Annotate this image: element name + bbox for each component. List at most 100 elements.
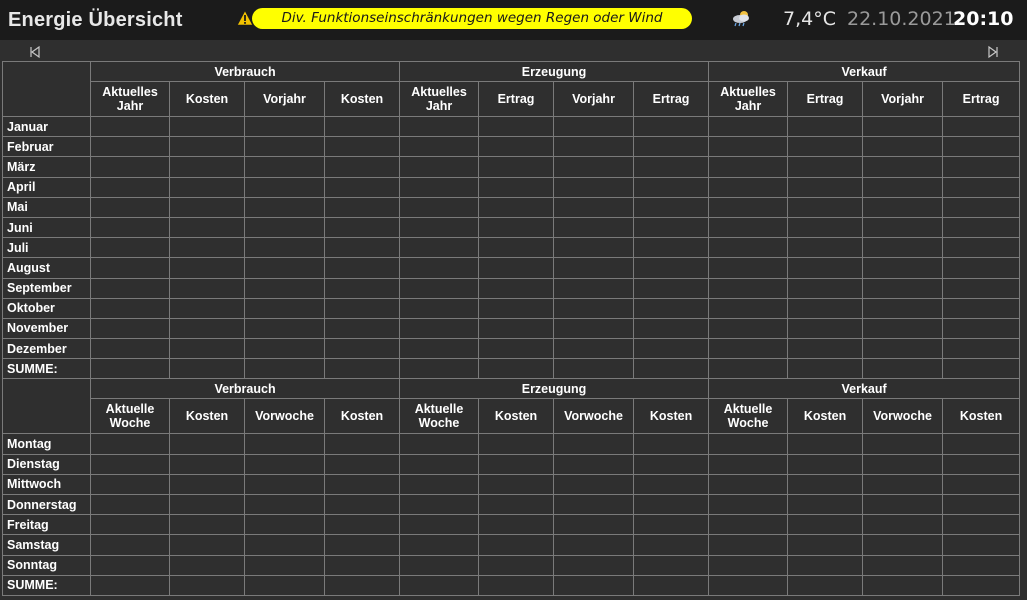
value-cell xyxy=(862,257,944,279)
value-cell xyxy=(244,176,325,198)
value-cell xyxy=(862,237,944,259)
value-cell xyxy=(478,453,555,475)
value-cell xyxy=(399,297,480,319)
value-cell xyxy=(90,277,170,299)
value-cell xyxy=(323,514,401,536)
row-label: Mittwoch xyxy=(2,473,91,496)
value-cell xyxy=(942,433,1021,455)
value-cell xyxy=(942,493,1021,516)
value-cell xyxy=(633,297,710,319)
value-cell xyxy=(90,473,170,496)
value-cell xyxy=(478,115,555,138)
weekly-corner-cell xyxy=(2,378,91,435)
value-cell xyxy=(553,156,635,178)
table-row: Samstag xyxy=(2,534,1021,556)
value-cell xyxy=(633,216,710,239)
value-cell xyxy=(787,216,864,239)
value-cell xyxy=(787,453,864,475)
value-cell xyxy=(633,473,710,496)
value-cell xyxy=(708,156,789,178)
weekly-column-header: Aktuelle Woche xyxy=(399,398,480,435)
row-label: April xyxy=(2,176,91,198)
value-cell xyxy=(478,433,555,455)
warning-banner[interactable]: Div. Funktionseinschränkungen wegen Rege… xyxy=(252,8,692,29)
value-cell xyxy=(708,257,789,279)
value-cell xyxy=(323,493,401,516)
weekly-column-header: Kosten xyxy=(323,398,401,435)
value-cell xyxy=(553,115,635,138)
value-cell xyxy=(942,196,1021,218)
value-cell xyxy=(633,338,710,360)
table-row: Sonntag xyxy=(2,554,1021,576)
value-cell xyxy=(633,136,710,158)
table-row: Februar xyxy=(2,136,1021,158)
value-cell xyxy=(323,358,401,380)
value-cell xyxy=(862,176,944,198)
weekly-group-header: Erzeugung xyxy=(399,378,710,400)
value-cell xyxy=(787,433,864,455)
row-label: Mai xyxy=(2,196,91,218)
arrow-left-icon[interactable] xyxy=(28,45,42,59)
value-cell xyxy=(862,317,944,340)
table-row: August xyxy=(2,257,1021,279)
value-cell xyxy=(708,493,789,516)
value-cell xyxy=(862,358,944,380)
value-cell xyxy=(708,136,789,158)
value-cell xyxy=(90,514,170,536)
value-cell xyxy=(244,196,325,218)
table-row: April xyxy=(2,176,1021,198)
value-cell xyxy=(478,473,555,496)
table-row: SUMME: xyxy=(2,574,1021,596)
value-cell xyxy=(244,338,325,360)
value-cell xyxy=(323,554,401,576)
monthly-column-header: Vorjahr xyxy=(244,81,325,117)
value-cell xyxy=(399,136,480,158)
value-cell xyxy=(244,156,325,178)
row-label: Dezember xyxy=(2,338,91,360)
value-cell xyxy=(478,237,555,259)
value-cell xyxy=(90,317,170,340)
table-row: Oktober xyxy=(2,297,1021,319)
value-cell xyxy=(553,493,635,516)
value-cell xyxy=(862,493,944,516)
value-cell xyxy=(478,297,555,319)
value-cell xyxy=(90,196,170,218)
value-cell xyxy=(478,176,555,198)
row-label: Sonntag xyxy=(2,554,91,576)
value-cell xyxy=(399,257,480,279)
value-cell xyxy=(553,196,635,218)
value-cell xyxy=(244,115,325,138)
value-cell xyxy=(708,534,789,556)
value-cell xyxy=(478,136,555,158)
weekly-group-header: Verkauf xyxy=(708,378,1021,400)
value-cell xyxy=(862,196,944,218)
value-cell xyxy=(553,514,635,536)
value-cell xyxy=(862,554,944,576)
value-cell xyxy=(553,473,635,496)
value-cell xyxy=(787,156,864,178)
arrow-right-icon[interactable] xyxy=(986,45,1000,59)
value-cell xyxy=(244,358,325,380)
value-cell xyxy=(323,176,401,198)
value-cell xyxy=(169,317,245,340)
value-cell xyxy=(553,176,635,198)
value-cell xyxy=(399,433,480,455)
value-cell xyxy=(942,136,1021,158)
value-cell xyxy=(862,514,944,536)
value-cell xyxy=(633,453,710,475)
weekly-column-header: Kosten xyxy=(478,398,555,435)
value-cell xyxy=(708,216,789,239)
table-row: Mai xyxy=(2,196,1021,218)
weekly-column-header: Kosten xyxy=(169,398,245,435)
monthly-column-header: Kosten xyxy=(323,81,401,117)
value-cell xyxy=(862,574,944,596)
monthly-group-header: Erzeugung xyxy=(399,61,710,82)
value-cell xyxy=(244,297,325,319)
value-cell xyxy=(478,554,555,576)
value-cell xyxy=(323,216,401,239)
value-cell xyxy=(323,317,401,340)
table-row: Mittwoch xyxy=(2,473,1021,496)
value-cell xyxy=(90,237,170,259)
value-cell xyxy=(787,554,864,576)
value-cell xyxy=(553,554,635,576)
